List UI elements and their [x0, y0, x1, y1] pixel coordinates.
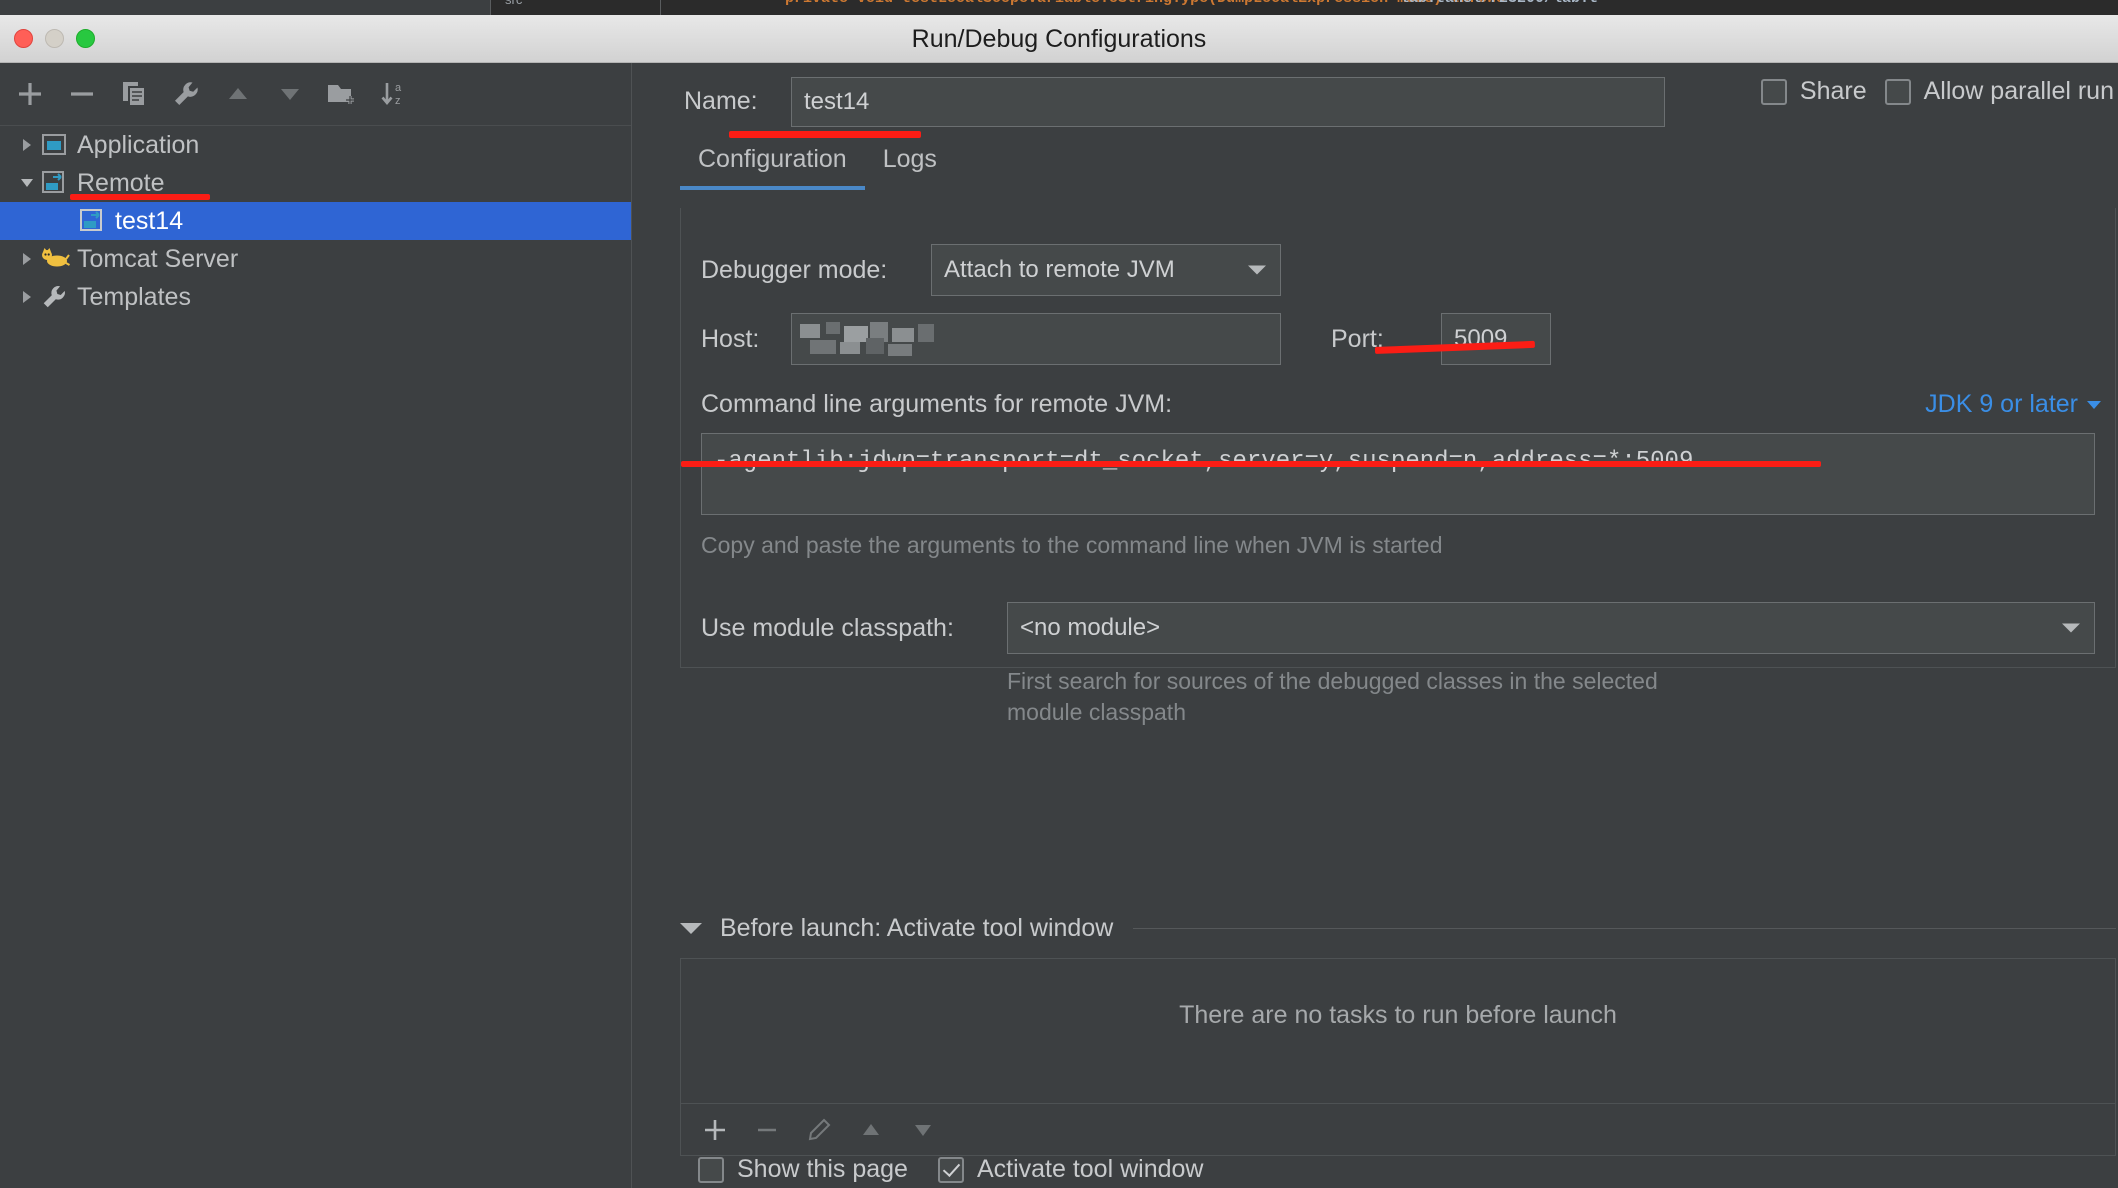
svg-text:z: z [395, 95, 401, 107]
allow-parallel-run-checkbox-box[interactable] [1884, 78, 1911, 105]
tree-item-label: Application [77, 130, 200, 159]
activate-tool-window-label: Activate tool window [976, 1155, 1204, 1183]
before-launch-toolbar [680, 1104, 2116, 1156]
share-checkbox-box[interactable] [1760, 78, 1787, 105]
show-this-page-checkbox-box[interactable] [698, 1156, 724, 1183]
module-classpath-hint: First search for sources of the debugged… [1007, 668, 1658, 726]
ide-code-orange: private void testLocalScopeVariableToStr… [785, 0, 1505, 6]
show-this-page-checkbox[interactable]: Show this page [698, 1155, 908, 1184]
window-title: Run/Debug Configurations [911, 25, 1207, 53]
activate-tool-window-checkbox-box[interactable] [937, 1156, 964, 1183]
show-this-page-label: Show this page [737, 1155, 908, 1183]
remove-task-button[interactable] [741, 1105, 793, 1155]
tree-item-label: Tomcat Server [77, 244, 239, 273]
annotation-underline-args [681, 461, 1821, 467]
chevron-down-icon [2087, 400, 2101, 409]
tab-logs[interactable]: Logs [865, 145, 955, 187]
before-launch-title: Before launch: Activate tool window [720, 913, 1114, 942]
host-input[interactable] [791, 313, 1281, 365]
ide-strip-left [0, 0, 490, 15]
tree-item-label: Templates [77, 282, 191, 311]
chevron-right-icon[interactable] [14, 126, 40, 164]
annotation-underline-name [729, 131, 921, 138]
run-debug-configurations-dialog: a z Application Remote test14 Tomcat Ser… [0, 63, 2118, 1188]
jdk-version-label: JDK 9 or later [1925, 390, 2078, 418]
window-titlebar: Run/Debug Configurations [0, 15, 2118, 63]
tab-configuration[interactable]: Configuration [680, 145, 865, 190]
application-icon [40, 131, 74, 159]
move-down-button[interactable] [268, 73, 312, 115]
add-configuration-button[interactable] [8, 73, 52, 115]
port-input[interactable]: 5009 [1441, 313, 1551, 365]
ide-background-strip: src private void testLocalScopeVariableT… [0, 0, 2118, 15]
tree-item-test14[interactable]: test14 [0, 202, 632, 240]
share-checkbox[interactable]: Share [1760, 77, 1867, 106]
configuration-tabs: Configuration Logs [680, 145, 955, 190]
remove-configuration-button[interactable] [60, 73, 104, 115]
debugger-mode-select[interactable]: Attach to remote JVM [931, 244, 1281, 296]
module-classpath-value: <no module> [1020, 614, 1161, 641]
chevron-right-icon[interactable] [14, 240, 40, 278]
ide-strip-control-label: src [505, 0, 522, 7]
share-label: Share [1799, 77, 1867, 105]
ide-strip-divider-2 [660, 0, 661, 15]
move-task-up-button[interactable] [845, 1105, 897, 1155]
before-launch-task-list[interactable]: There are no tasks to run before launch [680, 958, 2116, 1104]
name-input[interactable] [791, 77, 1665, 127]
new-folder-button[interactable] [320, 73, 364, 115]
copy-configuration-button[interactable] [112, 73, 156, 115]
chevron-down-icon [2062, 623, 2080, 633]
command-line-arguments-label: Command line arguments for remote JVM: [701, 390, 1173, 418]
module-classpath-label: Use module classpath: [701, 614, 954, 642]
svg-text:a: a [395, 82, 402, 94]
ide-code-gray: lab:tahsl/r23200/lab:t [1400, 0, 1598, 6]
before-launch-header[interactable]: Before launch: Activate tool window [680, 908, 2116, 948]
edit-task-button[interactable] [793, 1105, 845, 1155]
debugger-mode-label: Debugger mode: [701, 256, 888, 284]
configuration-content-panel: Name: Share Allow parallel run Configura… [632, 63, 2118, 1188]
chevron-right-icon[interactable] [14, 278, 40, 316]
annotation-underline-remote [70, 194, 210, 200]
tomcat-icon [40, 246, 74, 272]
before-launch-empty-message: There are no tasks to run before launch [1179, 1001, 1617, 1029]
configurations-tree[interactable]: Application Remote test14 Tomcat Server … [0, 125, 632, 1188]
jdk-version-selector[interactable]: JDK 9 or later [1925, 390, 2101, 419]
edit-templates-button[interactable] [164, 73, 208, 115]
activate-tool-window-checkbox[interactable]: Activate tool window [937, 1155, 1204, 1184]
allow-parallel-run-checkbox[interactable]: Allow parallel run [1884, 77, 2114, 106]
tree-item-application[interactable]: Application [0, 126, 632, 164]
remote-icon [78, 207, 112, 235]
name-label: Name: [684, 87, 758, 115]
module-classpath-select[interactable]: <no module> [1007, 602, 2095, 654]
move-up-button[interactable] [216, 73, 260, 115]
host-label: Host: [701, 325, 760, 353]
sidebar-toolbar: a z [0, 63, 632, 125]
top-checkbox-group: Share Allow parallel run [1760, 77, 2114, 106]
before-launch-separator [1133, 927, 2116, 929]
configuration-panel: Debugger mode: Attach to remote JVM Host… [680, 208, 2116, 725]
allow-parallel-run-label: Allow parallel run [1923, 77, 2114, 105]
tree-item-templates[interactable]: Templates [0, 278, 632, 316]
command-line-arguments-hint: Copy and paste the arguments to the comm… [701, 532, 1443, 558]
chevron-down-icon[interactable] [14, 164, 40, 202]
ide-strip-divider-1 [490, 0, 491, 15]
sort-button[interactable]: a z [372, 73, 416, 115]
remote-icon [40, 169, 74, 197]
command-line-arguments-field[interactable]: -agentlib:jdwp=transport=dt_socket,serve… [701, 433, 2095, 515]
host-value-redacted [800, 320, 1000, 362]
bottom-checkbox-group: Show this page Activate tool window [698, 1155, 1203, 1184]
triangle-down-icon[interactable] [680, 922, 702, 934]
move-task-down-button[interactable] [897, 1105, 949, 1155]
chevron-down-icon [1248, 265, 1266, 275]
add-task-button[interactable] [689, 1105, 741, 1155]
debugger-mode-value: Attach to remote JVM [944, 256, 1175, 283]
tree-item-tomcat-server[interactable]: Tomcat Server [0, 240, 632, 278]
configurations-sidebar: a z Application Remote test14 Tomcat Ser… [0, 63, 632, 1188]
tree-item-label: test14 [115, 206, 184, 235]
wrench-icon [40, 283, 74, 311]
